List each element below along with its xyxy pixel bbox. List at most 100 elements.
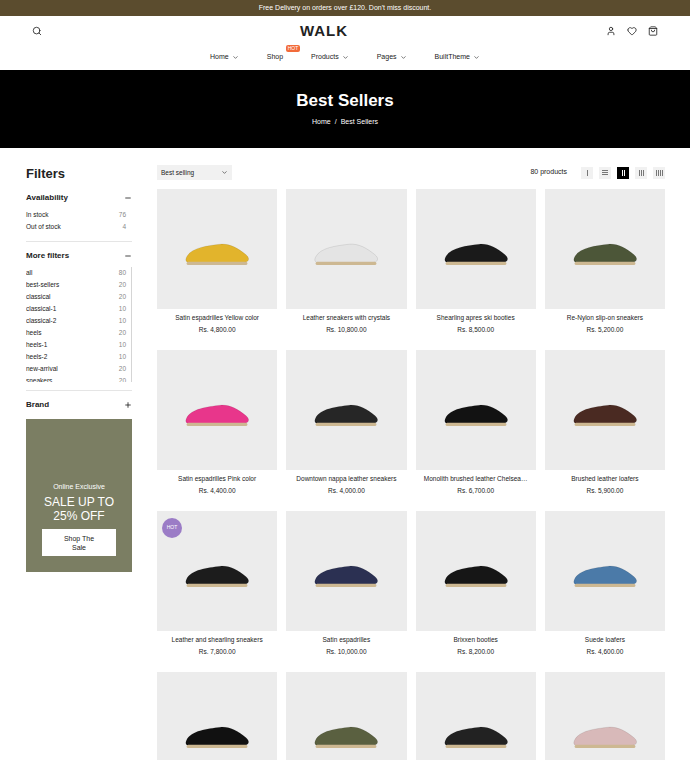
search-icon[interactable]	[32, 26, 42, 36]
product-card[interactable]: Suede loafers Rs. 4,600.00	[545, 511, 665, 657]
product-price: Rs. 4,600.00	[545, 647, 665, 657]
view-mode-button[interactable]	[581, 167, 593, 179]
product-price: Rs. 10,000.00	[286, 647, 406, 657]
filter-option[interactable]: heels-210	[26, 351, 132, 363]
product-image[interactable]	[157, 672, 277, 760]
product-image[interactable]	[416, 672, 536, 760]
filter-group: More filtersall80best-sellers20classical…	[26, 241, 132, 382]
product-card[interactable]: Brixxen bootiesRs. 8,200.00	[416, 511, 536, 657]
view-mode-button[interactable]	[599, 167, 611, 179]
product-card[interactable]: Satin espadrilles Yellow colorRs. 4,800.…	[157, 189, 277, 335]
header: WALK	[0, 16, 690, 45]
view-mode-button[interactable]	[653, 167, 665, 179]
product-image[interactable]	[286, 511, 406, 631]
product-name[interactable]: Suede loafers	[545, 635, 665, 645]
filter-option[interactable]: new-arrival20	[26, 363, 132, 375]
toolbar: Best selling 80 products	[157, 165, 665, 180]
product-card[interactable]	[545, 672, 665, 760]
nav-item[interactable]: BuiltTheme	[435, 52, 480, 63]
sort-select[interactable]: Best selling	[157, 165, 232, 180]
product-image[interactable]	[545, 511, 665, 631]
product-card[interactable]: Shearling apres ski booties Rs. 8,500.00	[416, 189, 536, 335]
product-image[interactable]	[286, 672, 406, 760]
nav-item[interactable]: Pages	[377, 52, 407, 63]
shoe-icon	[565, 370, 645, 450]
product-card[interactable]: Satin espadrilles Rs. 10,000.00	[286, 511, 406, 657]
product-card[interactable]: Monolith brushed leather Chelsea…Rs. 6,7…	[416, 350, 536, 496]
product-name[interactable]: Re-Nylon slip-on sneakers	[545, 313, 665, 323]
nav-item[interactable]: ShopHOT	[267, 52, 283, 63]
cart-icon[interactable]	[648, 26, 658, 36]
product-image[interactable]	[286, 350, 406, 470]
filter-option[interactable]: heels20	[26, 327, 132, 339]
product-name[interactable]: Satin espadrilles	[286, 635, 406, 645]
filter-option[interactable]: Out of stock4	[26, 221, 132, 233]
product-area: Best selling 80 products Satin espadrilles…	[157, 165, 665, 760]
product-count: 80 products	[530, 167, 567, 178]
breadcrumb-link[interactable]: Home	[312, 117, 331, 128]
nav-item[interactable]: Home	[210, 52, 239, 63]
shop-sale-button[interactable]: Shop The Sale	[42, 529, 116, 556]
product-grid: Satin espadrilles Yellow colorRs. 4,800.…	[157, 189, 665, 760]
filter-option[interactable]: classical-210	[26, 315, 132, 327]
shoe-icon	[306, 209, 386, 289]
shoe-icon	[436, 209, 516, 289]
filter-option[interactable]: heels-110	[26, 339, 132, 351]
product-name[interactable]: Brixxen booties	[416, 635, 536, 645]
product-image[interactable]	[416, 350, 536, 470]
product-price: Rs. 7,800.00	[157, 647, 277, 657]
product-price: Rs. 8,500.00	[416, 325, 536, 335]
filter-group-header[interactable]: Brand	[26, 399, 132, 411]
product-image[interactable]	[416, 511, 536, 631]
filter-group-header[interactable]: Availability	[26, 192, 132, 204]
product-name[interactable]: Satin espadrilles Yellow color	[157, 313, 277, 323]
content: FiltersAvailabilityIn stock76Out of stoc…	[0, 148, 690, 760]
product-image[interactable]	[157, 189, 277, 309]
filters-sidebar: FiltersAvailabilityIn stock76Out of stoc…	[26, 165, 132, 760]
product-name[interactable]: Leather sneakers with crystals	[286, 313, 406, 323]
product-name[interactable]: Satin espadrilles Pink color	[157, 474, 277, 484]
shoe-icon	[306, 692, 386, 760]
product-card[interactable]: HOT Leather and shearling sneakers Rs. 7,8…	[157, 511, 277, 657]
product-image[interactable]	[416, 189, 536, 309]
product-name[interactable]: Brushed leather loafers	[545, 474, 665, 484]
product-image[interactable]	[286, 189, 406, 309]
nav-item[interactable]: Products	[311, 52, 349, 63]
product-image[interactable]	[545, 189, 665, 309]
filter-option[interactable]: sneakers20	[26, 375, 132, 382]
logo[interactable]: WALK	[300, 23, 348, 38]
product-card[interactable]: Re-Nylon slip-on sneakersRs. 5,200.00	[545, 189, 665, 335]
product-name[interactable]: Shearling apres ski booties	[416, 313, 536, 323]
breadcrumb-current: Best Sellers	[341, 117, 378, 128]
product-card[interactable]	[416, 672, 536, 760]
product-name[interactable]: Monolith brushed leather Chelsea…	[416, 474, 536, 484]
chevron-icon	[400, 54, 407, 61]
product-name[interactable]: Leather and shearling sneakers	[157, 635, 277, 645]
product-card[interactable]: Downtown nappa leather sneakersRs. 4,000…	[286, 350, 406, 496]
scrollbar[interactable]	[131, 267, 132, 382]
wishlist-icon[interactable]	[627, 26, 637, 36]
view-mode-button[interactable]	[617, 167, 629, 179]
product-image[interactable]	[157, 350, 277, 470]
product-image[interactable]	[545, 350, 665, 470]
product-card[interactable]	[286, 672, 406, 760]
filter-option[interactable]: best-sellers20	[26, 279, 132, 291]
filter-option[interactable]: classical20	[26, 291, 132, 303]
product-image[interactable]	[545, 672, 665, 760]
product-badge: HOT	[162, 518, 182, 538]
product-card[interactable]: Satin espadrilles Pink colorRs. 4,400.00	[157, 350, 277, 496]
product-card[interactable]	[157, 672, 277, 760]
product-name[interactable]: Downtown nappa leather sneakers	[286, 474, 406, 484]
filter-option[interactable]: In stock76	[26, 209, 132, 221]
promo-banner: Online ExclusiveSALE UP TO25% OFFShop Th…	[26, 419, 132, 572]
shoe-icon	[177, 531, 257, 611]
filter-option[interactable]: all80	[26, 267, 132, 279]
account-icon[interactable]	[606, 26, 616, 36]
filter-group: Brand	[26, 390, 132, 411]
filter-group-header[interactable]: More filters	[26, 250, 132, 262]
product-image[interactable]: HOT	[157, 511, 277, 631]
filter-option[interactable]: classical-110	[26, 303, 132, 315]
view-mode-button[interactable]	[635, 167, 647, 179]
product-card[interactable]: Brushed leather loafersRs. 5,900.00	[545, 350, 665, 496]
product-card[interactable]: Leather sneakers with crystalsRs. 10,800…	[286, 189, 406, 335]
